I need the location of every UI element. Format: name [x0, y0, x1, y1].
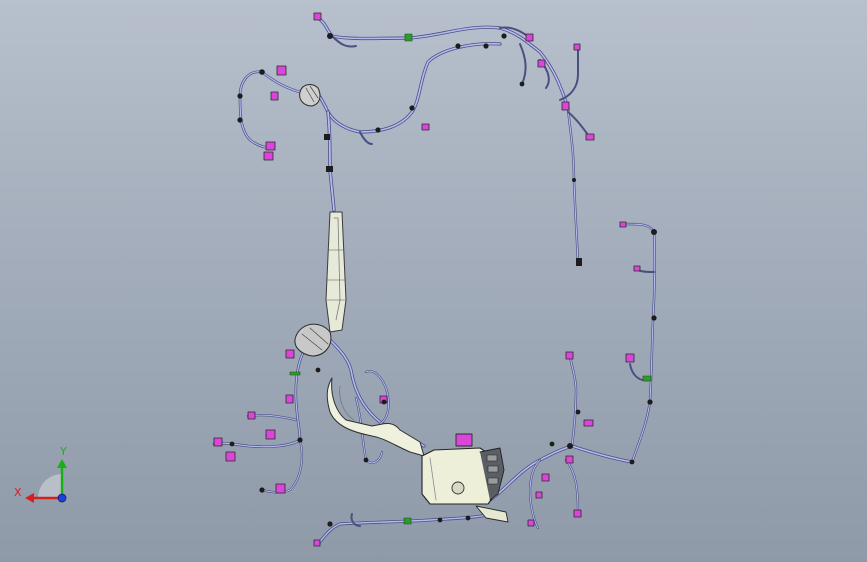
clip	[297, 437, 303, 443]
connector[interactable]	[285, 394, 294, 404]
clip	[237, 93, 243, 99]
clip	[259, 487, 265, 493]
connector[interactable]	[527, 519, 535, 527]
clip	[327, 33, 333, 39]
coordinate-triad-icon: Y X	[14, 445, 67, 503]
clip	[465, 515, 471, 521]
clip	[326, 166, 333, 172]
clip	[483, 43, 489, 49]
clip	[651, 315, 657, 321]
clip	[455, 43, 461, 49]
wire-top-main	[316, 16, 570, 110]
clip	[327, 521, 333, 527]
clip	[647, 399, 653, 405]
connector[interactable]	[265, 429, 276, 440]
clip	[259, 69, 265, 75]
connector[interactable]	[565, 455, 574, 464]
connector[interactable]	[537, 59, 546, 68]
clip	[315, 367, 321, 373]
clip	[567, 443, 573, 449]
clip	[572, 178, 576, 182]
connector[interactable]	[225, 451, 236, 462]
connector[interactable]	[421, 123, 430, 131]
tape-marker	[642, 375, 652, 382]
clip	[501, 33, 507, 39]
clip	[549, 441, 555, 447]
connector[interactable]	[313, 12, 322, 21]
connector[interactable]	[276, 65, 287, 76]
tape-marker	[404, 33, 413, 42]
connector[interactable]	[541, 473, 550, 482]
clip	[629, 459, 635, 465]
connector[interactable]	[213, 437, 223, 447]
connector[interactable]	[285, 349, 295, 359]
tape-marker	[289, 371, 301, 376]
connector[interactable]	[265, 141, 276, 151]
clip	[651, 229, 657, 235]
clip	[324, 134, 330, 140]
connector[interactable]	[247, 411, 256, 420]
clip	[229, 441, 235, 447]
tape-marker	[403, 517, 412, 525]
connector[interactable]	[573, 509, 582, 518]
wire-harness-assembly[interactable]	[212, 12, 657, 547]
y-axis-label: Y	[59, 445, 67, 458]
connector[interactable]	[313, 539, 321, 547]
connector[interactable]	[619, 221, 627, 228]
clip	[575, 409, 581, 415]
connector[interactable]	[535, 491, 543, 499]
connector[interactable]	[625, 353, 635, 363]
clip	[409, 105, 415, 111]
connector[interactable]	[263, 151, 274, 161]
connector[interactable]	[525, 33, 534, 42]
clip	[519, 81, 525, 87]
clip	[363, 457, 369, 463]
connector[interactable]	[583, 419, 594, 427]
clip	[375, 127, 381, 133]
x-axis-label: X	[14, 486, 22, 499]
cad-viewport[interactable]: Y X	[0, 0, 867, 562]
connector[interactable]	[561, 101, 570, 111]
main-housing	[421, 433, 509, 523]
clip	[437, 517, 443, 523]
connector[interactable]	[573, 43, 581, 51]
clip	[381, 399, 387, 405]
connector[interactable]	[633, 265, 641, 272]
connector[interactable]	[585, 133, 595, 141]
connector[interactable]	[270, 91, 279, 101]
clip	[576, 258, 582, 266]
connector[interactable]	[275, 483, 286, 494]
connector[interactable]	[565, 351, 574, 360]
clip	[237, 117, 243, 123]
